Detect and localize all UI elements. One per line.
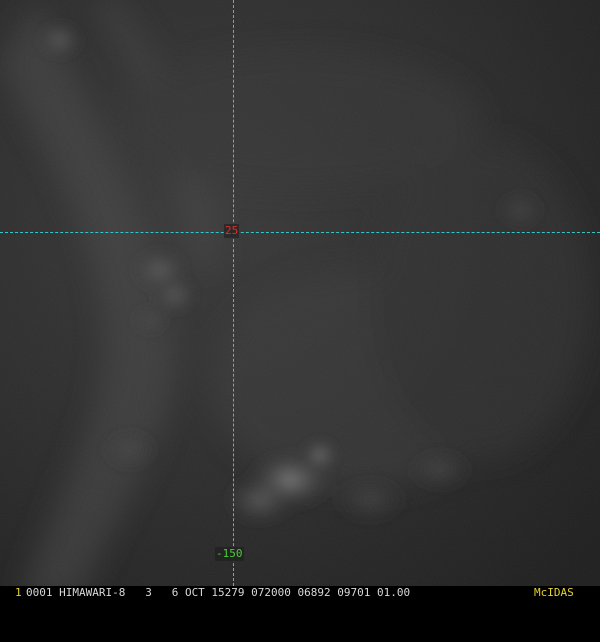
longitude-label: -150: [215, 547, 244, 561]
image-metadata-text: 0001 HIMAWARI-8 3 6 OCT 15279 072000 068…: [26, 586, 411, 599]
frame-number: 1: [15, 586, 22, 599]
software-label: McIDAS: [534, 586, 574, 599]
latitude-label: 25: [224, 224, 240, 238]
status-bar: 1 0001 HIMAWARI-8 3 6 OCT 15279 072000 0…: [0, 586, 600, 600]
satellite-viewport[interactable]: 25 -150: [0, 0, 600, 600]
satellite-image: [0, 0, 600, 600]
